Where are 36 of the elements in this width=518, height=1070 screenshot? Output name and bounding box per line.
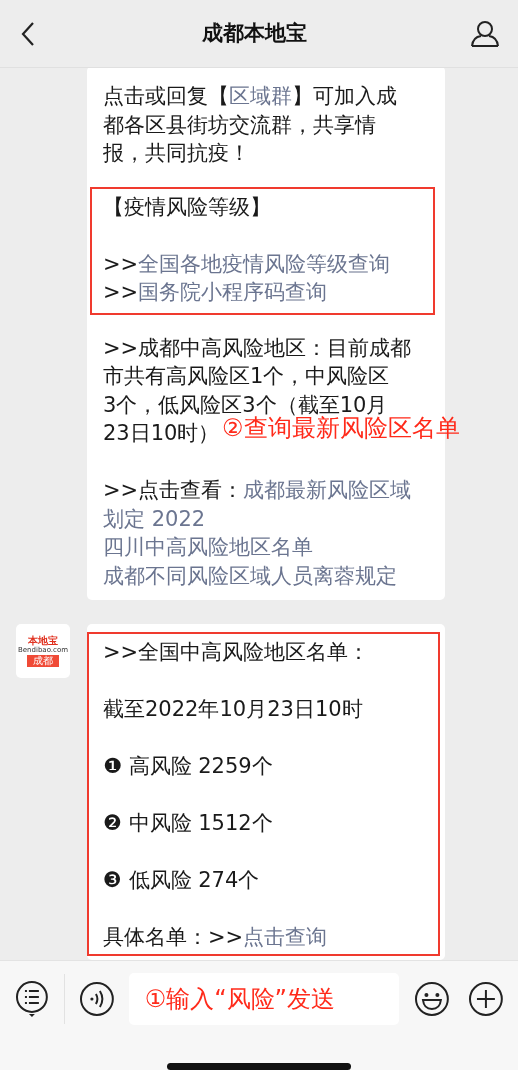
profile-icon[interactable] [470, 19, 500, 48]
link[interactable]: 国务院小程序码查询 [138, 280, 328, 304]
message-text: 截至2022年10月23日10时 [103, 696, 363, 723]
message-text: >>成都中高风险地区：目前成都 [103, 334, 412, 362]
logo-city-label: 成都 [27, 655, 59, 667]
message-text: 3个，低风险区3个（截至10月 [103, 391, 388, 417]
message-text: >>全国各地疫情风险等级查询 [103, 250, 391, 278]
message-text: >>点击查看：成都最新风险区域 [103, 477, 412, 504]
voice-icon[interactable] [78, 980, 115, 1017]
message-text: 都各区县街坊交流群，共享情 [103, 111, 376, 139]
message-text: ❷ 中风险 1512个 [103, 810, 273, 837]
link[interactable]: 区域群 [229, 84, 292, 108]
message-text: 市共有高风险区1个，中风险区 [103, 363, 390, 390]
message-text: >>全国中高风险地区名单： [103, 639, 370, 666]
message-input[interactable]: ①输入“风险”发送 [128, 972, 400, 1025]
annotation-text: ②查询最新风险区名单 [222, 414, 460, 444]
message-text: 具体名单：>>点击查询 [103, 924, 328, 951]
link[interactable]: 划定 2022 [103, 506, 206, 531]
message-text: 【疫情风险等级】 [103, 193, 271, 221]
link[interactable]: 点击查询 [243, 925, 328, 949]
message-text: 点击或回复【区域群】可加入成 [103, 83, 397, 110]
add-icon[interactable] [468, 980, 505, 1017]
link[interactable]: 成都最新风险区域 [243, 478, 412, 502]
chat-title: 成都本地宝 [201, 19, 307, 47]
message-text: >>国务院小程序码查询 [103, 279, 328, 306]
message-text: ❶ 高风险 2259个 [103, 753, 273, 780]
annotation-text: ①输入“风险”发送 [144, 983, 336, 1015]
emoji-icon[interactable] [414, 980, 451, 1017]
link[interactable]: 成都不同风险区域人员离蓉规定 [103, 563, 397, 588]
message-text: ❸ 低风险 274个 [103, 867, 260, 894]
menu-icon[interactable] [14, 978, 50, 1019]
message-text: 报，共同抗疫！ [103, 140, 250, 167]
link[interactable]: 全国各地疫情风险等级查询 [138, 251, 391, 276]
logo-text: 本地宝 [28, 635, 58, 646]
message-text: 23日10时） [103, 420, 220, 447]
link[interactable]: 四川中高风险地区名单 [103, 535, 313, 559]
